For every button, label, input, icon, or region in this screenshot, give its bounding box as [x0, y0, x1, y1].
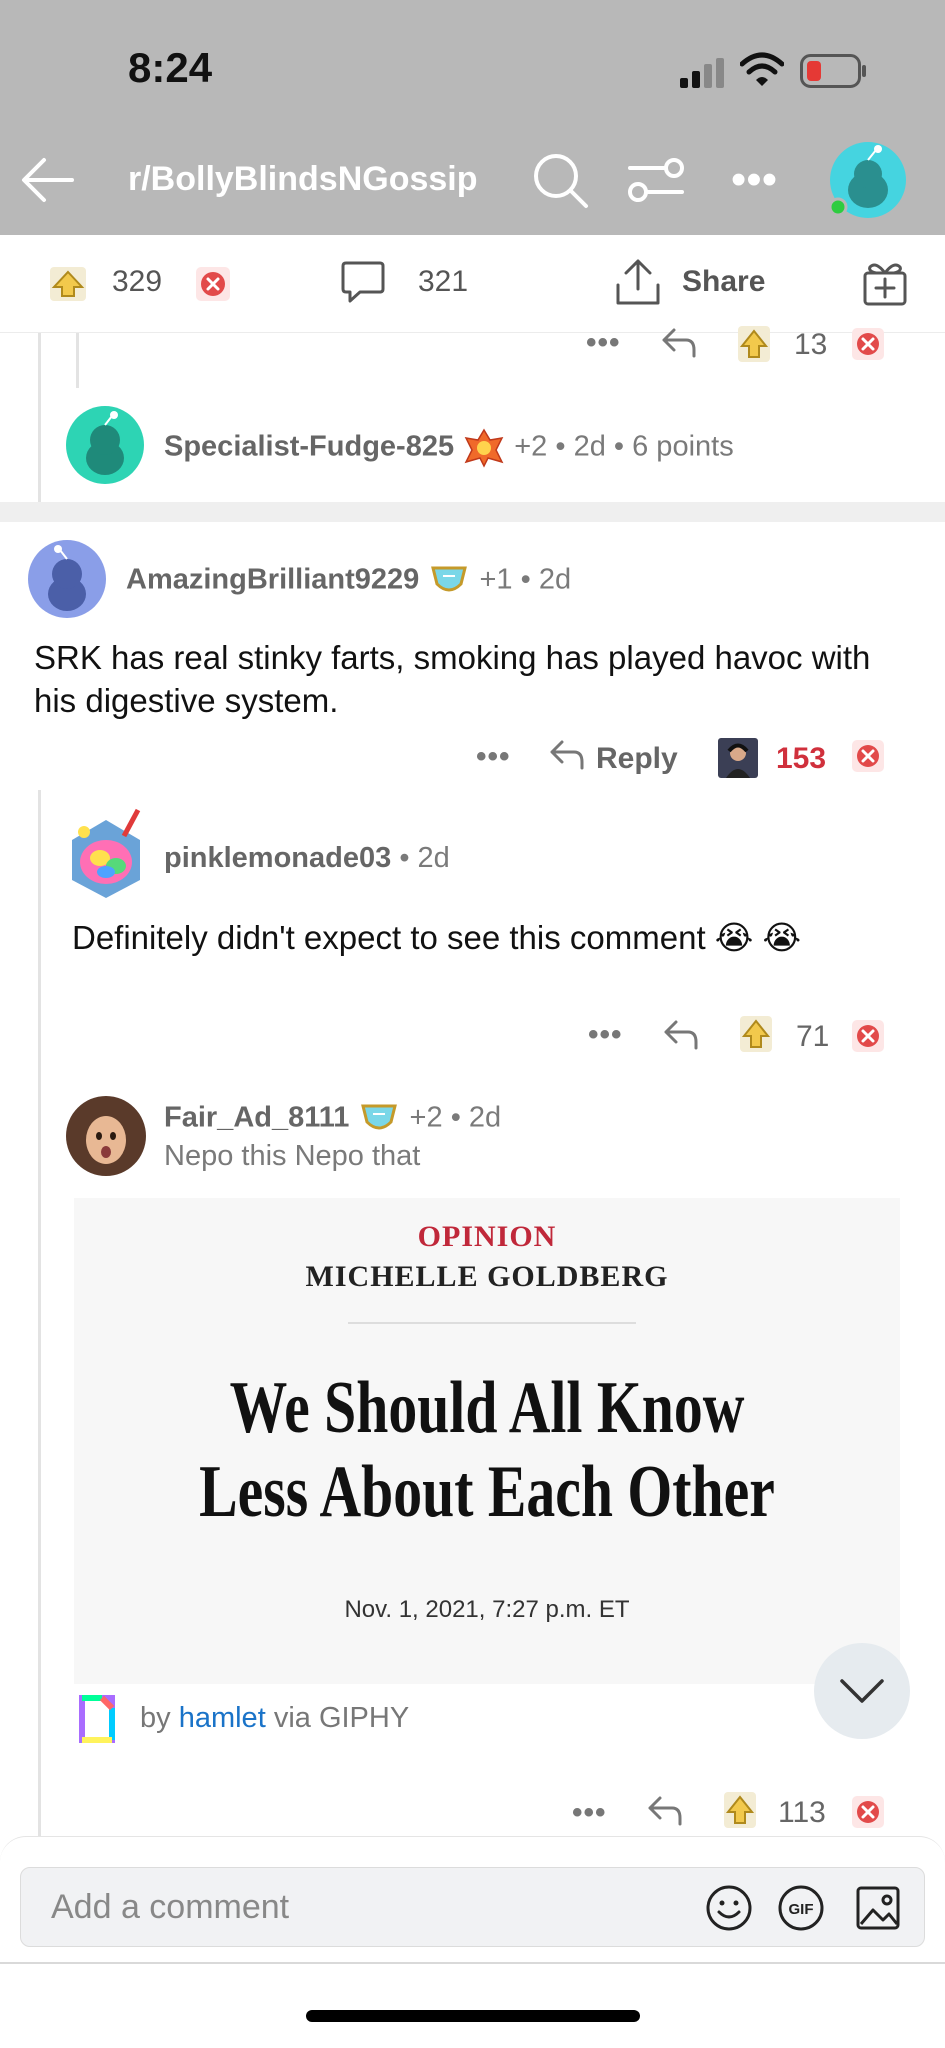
comment-meta: AmazingBrilliant9229 +1 • 2d: [126, 562, 571, 600]
comment-score: 153: [776, 742, 827, 775]
comment-body: SRK has real stinky farts, smoking has p…: [34, 639, 871, 719]
emoji-icon[interactable]: [705, 1884, 753, 1932]
awards-extra: +2: [409, 1101, 443, 1134]
image-upload-icon[interactable]: [855, 1882, 903, 1932]
share-button[interactable]: Share: [682, 265, 765, 299]
downvote-icon[interactable]: [852, 328, 884, 360]
chevron-down-icon: [840, 1679, 884, 1703]
comment-divider: [0, 502, 945, 522]
avatar[interactable]: [66, 806, 146, 898]
award-icon[interactable]: [359, 1100, 399, 1138]
reply-arrow-icon[interactable]: [646, 1794, 684, 1828]
user-flair: Nepo this Nepo that: [164, 1140, 421, 1172]
gif-headline: We Should All Know Less About Each Other: [199, 1367, 775, 1533]
comment-score: 71: [796, 1020, 830, 1053]
thread-line[interactable]: [38, 333, 41, 503]
subreddit-header: r/BollyBlindsNGossip •••: [0, 140, 945, 235]
award-icon[interactable]: [464, 428, 504, 468]
gif-kicker: OPINION: [417, 1220, 557, 1253]
wifi-icon: [740, 52, 784, 86]
comment-score: 13: [794, 328, 828, 361]
reply-arrow-icon[interactable]: [548, 738, 586, 772]
comment-points: 6 points: [632, 430, 734, 463]
comment-composer: Add a comment GIF: [0, 1836, 945, 1966]
downvote-icon[interactable]: [852, 740, 884, 772]
search-icon[interactable]: [530, 150, 590, 210]
comment-score: 113: [778, 1796, 826, 1829]
gif-dateline: Nov. 1, 2021, 7:27 p.m. ET: [344, 1596, 630, 1623]
status-bar: 8:24: [0, 0, 945, 140]
comment-input-placeholder: Add a comment: [51, 1888, 290, 1926]
comment-bubble-icon[interactable]: [340, 259, 386, 305]
avatar[interactable]: [28, 540, 106, 618]
comment-input[interactable]: Add a comment GIF: [20, 1867, 925, 1947]
more-options-icon[interactable]: •••: [476, 740, 511, 774]
post-upvote-count: 329: [112, 265, 163, 298]
thread-line[interactable]: [38, 790, 41, 1836]
more-options-icon[interactable]: •••: [588, 1018, 623, 1052]
gif-rule: [348, 1322, 636, 1324]
more-options-icon[interactable]: •••: [572, 1796, 607, 1830]
reply-arrow-icon[interactable]: [660, 326, 698, 360]
gif-embed[interactable]: OPINION MICHELLE GOLDBERG We Should All …: [74, 1198, 900, 1684]
scroll-down-button[interactable]: [814, 1643, 910, 1739]
avatar[interactable]: [66, 406, 144, 484]
gif-author: MICHELLE GOLDBERG: [305, 1260, 669, 1293]
giphy-logo-icon: [79, 1695, 115, 1743]
reply-arrow-icon[interactable]: [662, 1018, 700, 1052]
reply-button[interactable]: Reply: [596, 742, 678, 776]
comment-time: 2d: [468, 1101, 502, 1134]
username[interactable]: AmazingBrilliant9229: [126, 564, 419, 596]
gift-award-icon[interactable]: [862, 259, 908, 307]
upvote-icon[interactable]: [724, 1792, 756, 1828]
back-arrow-icon[interactable]: [18, 150, 78, 210]
awards-extra: +2: [514, 430, 548, 463]
status-time: 8:24: [128, 44, 213, 91]
upvote-icon[interactable]: [740, 1016, 772, 1052]
gif-picker-icon[interactable]: GIF: [777, 1884, 825, 1932]
giphy-credit: by hamlet via GIPHY: [140, 1702, 410, 1734]
comment-meta: Fair_Ad_8111 +2 • 2d: [164, 1100, 501, 1138]
post-action-bar: 329 321 Share: [0, 235, 945, 333]
more-options-icon[interactable]: •••: [726, 152, 782, 208]
awards-extra: +1: [479, 563, 513, 596]
comment-meta: Specialist-Fudge-825 +2 • 2d • 6 points: [164, 428, 734, 468]
subreddit-title[interactable]: r/BollyBlindsNGossip: [128, 160, 478, 199]
award-avatar-icon[interactable]: [718, 738, 758, 778]
comment-body: Definitely didn't expect to see this com…: [72, 919, 802, 956]
battery-low-icon: [800, 54, 866, 88]
comment-time: 2d: [538, 563, 572, 596]
comment-time: 2d: [573, 430, 606, 463]
award-icon[interactable]: [429, 562, 469, 600]
share-icon[interactable]: [614, 257, 662, 307]
home-indicator[interactable]: [306, 2010, 640, 2022]
upvote-icon[interactable]: [738, 326, 770, 362]
comment-time: 2d: [417, 842, 450, 874]
post-comment-count: 321: [418, 265, 469, 298]
avatar[interactable]: [66, 1096, 146, 1176]
downvote-icon[interactable]: [196, 267, 230, 301]
comment-meta: pinklemonade03 • 2d: [164, 842, 450, 874]
cellular-signal-icon: [680, 58, 724, 88]
downvote-icon[interactable]: [852, 1796, 884, 1828]
gif-picker-label: GIF: [789, 1901, 814, 1918]
upvote-icon[interactable]: [50, 267, 86, 301]
filter-sliders-icon[interactable]: [626, 152, 686, 208]
username[interactable]: Specialist-Fudge-825: [164, 431, 454, 463]
thread-line[interactable]: [76, 333, 79, 388]
more-options-icon[interactable]: •••: [586, 326, 621, 360]
user-avatar-icon[interactable]: [828, 140, 908, 220]
composer-divider: [0, 1962, 945, 1964]
downvote-icon[interactable]: [852, 1020, 884, 1052]
giphy-creator-link[interactable]: hamlet: [179, 1702, 266, 1734]
username[interactable]: pinklemonade03: [164, 842, 391, 874]
username[interactable]: Fair_Ad_8111: [164, 1102, 349, 1134]
